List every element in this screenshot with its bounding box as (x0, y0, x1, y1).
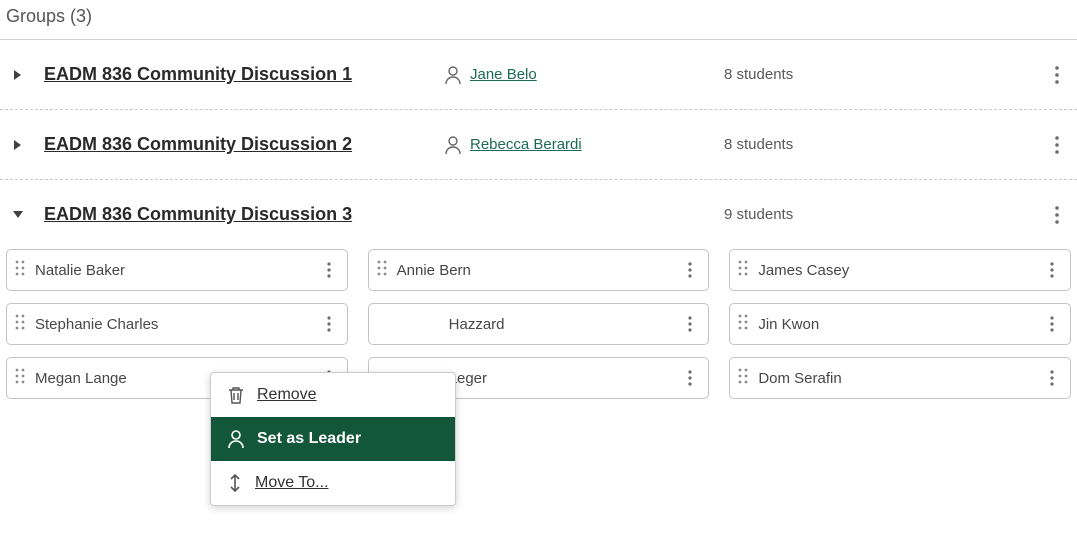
student-card[interactable]: Natalie Baker (6, 249, 348, 291)
groups-header: Groups (3) (0, 0, 1077, 39)
drag-handle-icon[interactable] (738, 314, 748, 334)
student-actions[interactable] (1042, 370, 1062, 386)
group-row-1: EADM 836 Community Discussion 1 Jane Bel… (0, 40, 1077, 110)
dots-vertical-icon (688, 370, 692, 386)
menu-set-leader[interactable]: Set as Leader (211, 417, 455, 461)
student-actions[interactable] (1042, 262, 1062, 278)
student-name: Jin Kwon (758, 316, 1042, 333)
student-name: Stephanie Charles (35, 316, 319, 333)
group-title-link[interactable]: EADM 836 Community Discussion 3 (44, 204, 352, 224)
caret-down-icon (12, 210, 24, 220)
person-icon (444, 135, 462, 155)
student-name: Dom Serafin (758, 370, 1042, 387)
group-actions[interactable] (1043, 66, 1071, 84)
trash-icon (227, 385, 245, 405)
student-name: Hazzard (449, 316, 681, 333)
student-actions[interactable] (319, 316, 339, 332)
dots-vertical-icon (1055, 136, 1059, 154)
drag-handle-icon[interactable] (15, 260, 25, 280)
group-actions[interactable] (1043, 206, 1071, 224)
drag-handle-icon[interactable] (377, 260, 387, 280)
menu-move-to[interactable]: Move To... (211, 461, 455, 505)
group-title-link[interactable]: EADM 836 Community Discussion 2 (44, 134, 352, 154)
dots-vertical-icon (1050, 316, 1054, 332)
student-name: James Casey (758, 262, 1042, 279)
students-grid: Natalie Baker Annie Bern James Casey Ste… (0, 243, 1077, 405)
dots-vertical-icon (688, 262, 692, 278)
student-card[interactable]: Dom Serafin (729, 357, 1071, 399)
student-card[interactable]: Hazzard (368, 303, 710, 345)
group-row-3: EADM 836 Community Discussion 3 9 studen… (0, 180, 1077, 243)
leader-link[interactable]: Jane Belo (470, 66, 537, 83)
student-actions[interactable] (1042, 316, 1062, 332)
dots-vertical-icon (327, 316, 331, 332)
move-icon (227, 473, 243, 493)
dots-vertical-icon (1050, 370, 1054, 386)
group-row-2: EADM 836 Community Discussion 2 Rebecca … (0, 110, 1077, 180)
student-count: 9 students (724, 206, 944, 223)
student-name: Natalie Baker (35, 262, 319, 279)
student-actions[interactable] (319, 262, 339, 278)
student-actions[interactable] (680, 262, 700, 278)
student-card[interactable]: Annie Bern (368, 249, 710, 291)
context-menu: Remove Set as Leader Move To... (210, 372, 456, 506)
dots-vertical-icon (1055, 206, 1059, 224)
dots-vertical-icon (1055, 66, 1059, 84)
menu-remove[interactable]: Remove (211, 373, 455, 417)
student-name: Annie Bern (397, 262, 681, 279)
drag-handle-icon[interactable] (15, 314, 25, 334)
student-actions[interactable] (680, 370, 700, 386)
student-actions[interactable] (680, 316, 700, 332)
group-actions[interactable] (1043, 136, 1071, 154)
dots-vertical-icon (688, 316, 692, 332)
leader-link[interactable]: Rebecca Berardi (470, 136, 582, 153)
expand-toggle[interactable] (6, 139, 30, 151)
student-card[interactable]: Stephanie Charles (6, 303, 348, 345)
drag-handle-icon[interactable] (738, 260, 748, 280)
student-count: 8 students (724, 136, 944, 153)
dots-vertical-icon (1050, 262, 1054, 278)
drag-handle-icon[interactable] (15, 368, 25, 388)
person-icon (444, 65, 462, 85)
dots-vertical-icon (327, 262, 331, 278)
student-card[interactable]: James Casey (729, 249, 1071, 291)
expand-toggle[interactable] (6, 69, 30, 81)
student-card[interactable]: Jin Kwon (729, 303, 1071, 345)
caret-right-icon (13, 69, 23, 81)
group-title-link[interactable]: EADM 836 Community Discussion 1 (44, 64, 352, 84)
student-name: aeger (449, 370, 681, 387)
student-count: 8 students (724, 66, 944, 83)
drag-handle-icon[interactable] (738, 368, 748, 388)
collapse-toggle[interactable] (6, 210, 30, 220)
person-icon (227, 429, 245, 449)
caret-right-icon (13, 139, 23, 151)
